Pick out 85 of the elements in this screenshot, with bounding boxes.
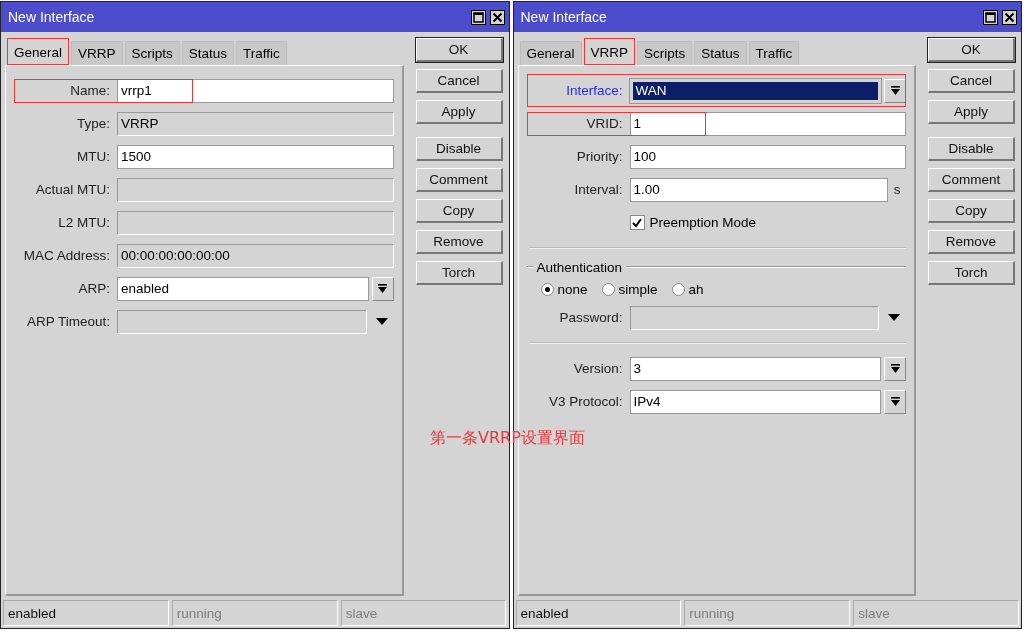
- checkbox[interactable]: [629, 215, 645, 230]
- field-label: Version:: [572, 361, 624, 376]
- action-button[interactable]: Comment: [415, 168, 503, 192]
- tab[interactable]: General: [7, 38, 70, 65]
- dropdown-arrow-icon[interactable]: [888, 314, 900, 321]
- dropdown-button[interactable]: [884, 78, 906, 103]
- action-button[interactable]: Copy: [928, 199, 1015, 223]
- action-button[interactable]: Disable: [928, 137, 1015, 161]
- action-button[interactable]: Apply: [415, 100, 503, 124]
- text-field[interactable]: 1.00: [629, 177, 888, 202]
- action-button[interactable]: OK: [928, 38, 1015, 62]
- radio-button[interactable]: [671, 282, 685, 296]
- unit-label: s: [892, 182, 902, 197]
- action-button[interactable]: Remove: [415, 230, 503, 254]
- action-button[interactable]: Cancel: [928, 69, 1015, 93]
- tab[interactable]: General: [519, 41, 582, 65]
- field-label: MAC Address:: [22, 248, 111, 263]
- action-button[interactable]: Disable: [415, 137, 503, 161]
- action-button[interactable]: Apply: [928, 100, 1015, 124]
- text-field[interactable]: 1: [629, 111, 706, 136]
- field-label: ARP Timeout:: [25, 314, 111, 329]
- tab[interactable]: Status: [694, 41, 747, 65]
- dropdown-button[interactable]: [884, 389, 906, 414]
- maximize-icon[interactable]: [470, 9, 486, 25]
- section-title: Authentication: [536, 259, 623, 275]
- dropdown-field[interactable]: 3: [629, 356, 881, 381]
- field-label: Interface:: [565, 83, 624, 98]
- text-field[interactable]: 1500: [117, 144, 394, 169]
- tab[interactable]: VRRP: [583, 38, 636, 65]
- action-button[interactable]: Cancel: [415, 69, 503, 93]
- action-button[interactable]: Torch: [928, 261, 1015, 285]
- tab[interactable]: Traffic: [236, 41, 287, 65]
- field-label: MTU:: [76, 149, 111, 164]
- close-icon[interactable]: [489, 9, 505, 25]
- field-label: Password:: [558, 310, 624, 325]
- status-cell: enabled: [515, 600, 682, 626]
- radio-label: none: [557, 281, 588, 297]
- status-cell: running: [684, 600, 851, 626]
- dropdown-arrow-icon: [890, 396, 900, 407]
- tab[interactable]: Scripts: [637, 41, 693, 65]
- dropdown-field[interactable]: [629, 305, 879, 330]
- text-field[interactable]: 100: [629, 144, 906, 169]
- dropdown-arrow-icon: [890, 85, 900, 96]
- readonly-field: VRRP: [117, 111, 394, 136]
- dropdown-button[interactable]: [371, 276, 394, 301]
- field-label: Type:: [75, 116, 111, 131]
- text-field[interactable]: vrrp1: [117, 78, 193, 103]
- status-cell: enabled: [3, 600, 169, 626]
- dropdown-field[interactable]: enabled: [117, 276, 369, 301]
- field-label: Interval:: [573, 182, 624, 197]
- dropdown-arrow-icon: [378, 283, 387, 294]
- dropdown-field[interactable]: [117, 309, 367, 334]
- radio-label: ah: [688, 281, 704, 297]
- field-label: Name:: [69, 83, 111, 98]
- dropdown-arrow-icon[interactable]: [375, 318, 388, 325]
- dropdown-button[interactable]: [884, 356, 906, 381]
- status-cell: slave: [853, 600, 1019, 626]
- field-label: L2 MTU:: [57, 215, 111, 230]
- field-label: ARP:: [77, 281, 111, 296]
- window-title: New Interface: [520, 9, 607, 25]
- tab[interactable]: Status: [181, 41, 235, 65]
- checkbox-label: Preemption Mode: [649, 215, 757, 230]
- action-button[interactable]: Remove: [928, 230, 1015, 254]
- action-button[interactable]: Copy: [415, 199, 503, 223]
- maximize-icon[interactable]: [983, 9, 998, 25]
- window-title: New Interface: [8, 9, 95, 25]
- tab[interactable]: Scripts: [124, 41, 180, 65]
- field-label: Actual MTU:: [34, 182, 111, 197]
- action-button[interactable]: Comment: [928, 168, 1015, 192]
- field-label: V3 Protocol:: [547, 394, 624, 409]
- field-label: VRID:: [585, 116, 624, 131]
- close-icon[interactable]: [1002, 9, 1017, 25]
- status-cell: slave: [340, 600, 507, 626]
- field-label: Priority:: [575, 149, 624, 164]
- tab[interactable]: VRRP: [71, 41, 123, 65]
- status-cell: running: [171, 600, 338, 626]
- action-button[interactable]: Torch: [415, 261, 503, 285]
- dropdown-field[interactable]: IPv4: [629, 389, 881, 414]
- radio-button[interactable]: [601, 282, 615, 296]
- action-button[interactable]: OK: [415, 38, 503, 62]
- radio-label: simple: [618, 281, 658, 297]
- radio-button[interactable]: [540, 282, 554, 296]
- readonly-field: 00:00:00:00:00:00: [117, 243, 394, 268]
- tab[interactable]: Traffic: [748, 41, 800, 65]
- dropdown-arrow-icon: [890, 363, 900, 374]
